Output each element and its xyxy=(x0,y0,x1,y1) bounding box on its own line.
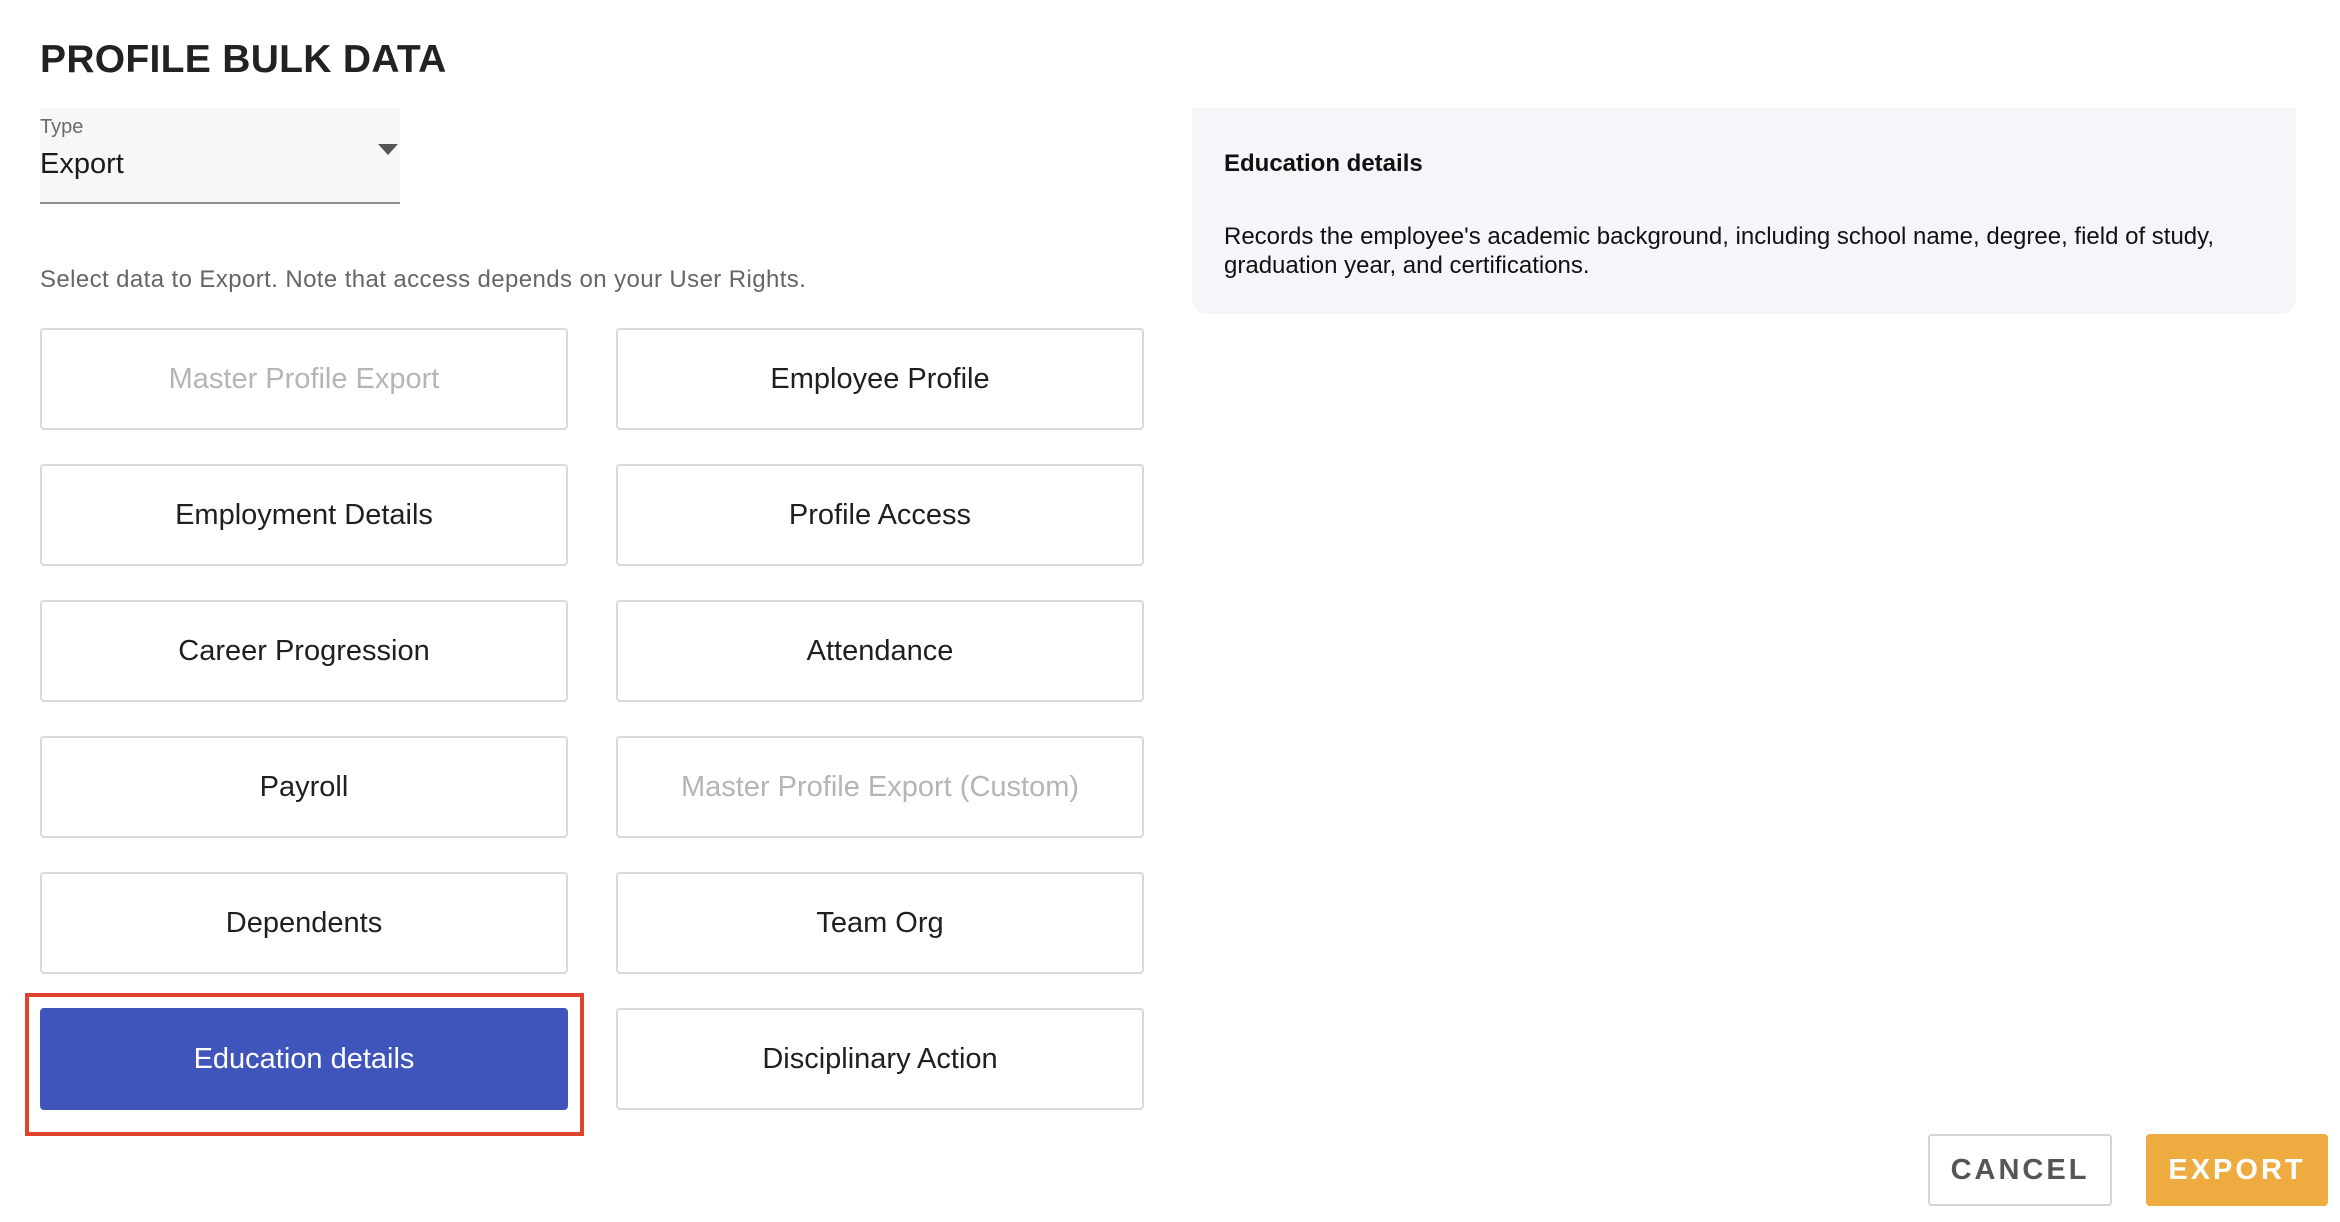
option-education-details[interactable]: Education details xyxy=(40,1008,568,1110)
caret-down-icon xyxy=(378,144,398,155)
page-title: PROFILE BULK DATA xyxy=(40,38,447,81)
description-text: Records the employee's academic backgrou… xyxy=(1224,223,2215,279)
option-disciplinary-action[interactable]: Disciplinary Action xyxy=(616,1008,1144,1110)
option-career-progression[interactable]: Career Progression xyxy=(40,600,568,702)
export-button[interactable]: EXPORT xyxy=(2146,1134,2328,1206)
option-master-profile-export: Master Profile Export xyxy=(40,328,568,430)
option-team-org[interactable]: Team Org xyxy=(616,872,1144,974)
instruction-text: Select data to Export. Note that access … xyxy=(40,266,807,293)
description-title: Education details xyxy=(1224,150,1423,177)
type-select[interactable]: Type Export xyxy=(40,108,400,204)
option-dependents[interactable]: Dependents xyxy=(40,872,568,974)
type-select-value: Export xyxy=(40,148,124,180)
option-attendance[interactable]: Attendance xyxy=(616,600,1144,702)
option-payroll[interactable]: Payroll xyxy=(40,736,568,838)
description-panel: Education details Records the employee's… xyxy=(1192,108,2296,314)
profile-bulk-data-dialog: PROFILE BULK DATA Type Export Select dat… xyxy=(0,0,2340,1222)
option-profile-access[interactable]: Profile Access xyxy=(616,464,1144,566)
option-master-profile-export-custom: Master Profile Export (Custom) xyxy=(616,736,1144,838)
option-employee-profile[interactable]: Employee Profile xyxy=(616,328,1144,430)
cancel-button[interactable]: CANCEL xyxy=(1928,1134,2112,1206)
type-select-label: Type xyxy=(40,116,84,138)
option-employment-details[interactable]: Employment Details xyxy=(40,464,568,566)
